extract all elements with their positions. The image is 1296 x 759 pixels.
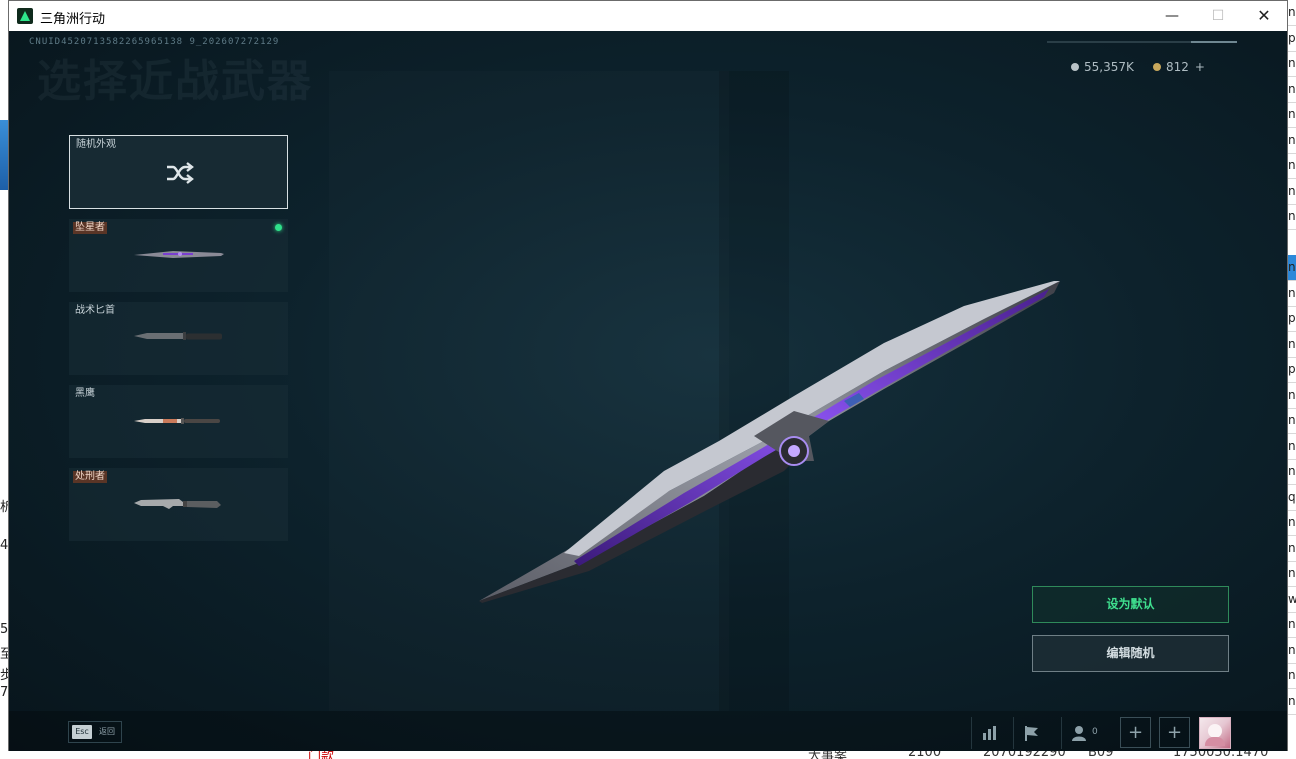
- background-row: n: [1288, 561, 1296, 587]
- game-window: 三角洲行动 — ☐ ✕ CNUID4520713582265965138 9_2…: [8, 0, 1288, 751]
- friends-count: 0: [1092, 727, 1098, 737]
- background-row: n: [1288, 408, 1296, 434]
- background-row: n: [1288, 255, 1296, 281]
- background-row: n: [1288, 459, 1296, 485]
- background-row: n: [1288, 77, 1296, 103]
- equipped-indicator: [275, 224, 282, 231]
- card-label: 随机外观: [76, 139, 116, 150]
- close-button[interactable]: ✕: [1241, 1, 1287, 31]
- add-squad-slot-button[interactable]: +: [1159, 717, 1190, 748]
- background-row: p: [1288, 26, 1296, 52]
- background-text: 门款: [308, 751, 335, 759]
- background-row: [1288, 230, 1296, 256]
- selected-weapon-preview: [479, 281, 1060, 603]
- stats-icon: [983, 726, 996, 740]
- tactical-dagger-thumb: [134, 332, 222, 340]
- card-label: 坠星者: [73, 222, 107, 234]
- game-viewport: CNUID4520713582265965138 9_202607272129 …: [9, 31, 1287, 751]
- background-row: n: [1288, 332, 1296, 358]
- card-label: 黑鹰: [75, 388, 95, 399]
- background-row: n: [1288, 536, 1296, 562]
- flag-button[interactable]: [1013, 717, 1049, 749]
- edit-random-button[interactable]: 编辑随机: [1032, 635, 1229, 672]
- background-row: n: [1288, 638, 1296, 664]
- background-text: 2100: [908, 751, 942, 759]
- title-bar[interactable]: 三角洲行动 — ☐ ✕: [9, 1, 1287, 31]
- background-row: n: [1288, 612, 1296, 638]
- random-appearance-card[interactable]: 随机外观: [69, 135, 288, 209]
- card-label: 战术匕首: [75, 305, 115, 316]
- esc-key-icon: Esc: [72, 725, 92, 739]
- avatar[interactable]: [1199, 717, 1231, 749]
- background-highlight: [0, 120, 8, 190]
- background-row: n: [1288, 434, 1296, 460]
- back-button[interactable]: Esc 返回: [68, 721, 122, 743]
- background-row: w: [1288, 587, 1296, 613]
- gold-currency[interactable]: 812 +: [1153, 59, 1205, 75]
- background-row: n: [1288, 689, 1296, 715]
- friends-button[interactable]: 0: [1061, 717, 1117, 749]
- silver-coin-icon: [1071, 62, 1079, 71]
- set-default-button[interactable]: 设为默认: [1032, 586, 1229, 623]
- shuffle-icon: [167, 162, 194, 184]
- background-row: n: [1288, 102, 1296, 128]
- background-row: n: [1288, 179, 1296, 205]
- top-divider-accent: [1191, 41, 1237, 43]
- blackhawk-knife-thumb: [134, 418, 220, 424]
- background-row: q: [1288, 485, 1296, 511]
- background-row: p: [1288, 306, 1296, 332]
- background-app-right: npnnnnnnnnnpnpnnnnqnnnwnnnn: [1288, 0, 1296, 759]
- silver-amount: 55,357K: [1084, 60, 1134, 74]
- background-row: n: [1288, 0, 1296, 26]
- background-row: n: [1288, 204, 1296, 230]
- add-currency-button[interactable]: +: [1195, 60, 1205, 74]
- background-row: n: [1288, 281, 1296, 307]
- weapon-card-executioner[interactable]: 处刑者: [69, 468, 288, 541]
- background-text: 2070192290: [983, 751, 1066, 759]
- background-row: n: [1288, 510, 1296, 536]
- page-title: 选择近战武器: [37, 56, 313, 107]
- flag-icon: [1025, 726, 1038, 741]
- gold-coin-icon: [1153, 62, 1161, 71]
- background-text: 1750050:1470: [1173, 751, 1269, 759]
- back-label: 返回: [99, 727, 115, 736]
- card-label: 处刑者: [73, 471, 107, 483]
- starfall-knife-thumb: [134, 251, 224, 258]
- weapon-card-tactical-dagger[interactable]: 战术匕首: [69, 302, 288, 375]
- app-logo-icon: [17, 8, 33, 24]
- background-row: n: [1288, 383, 1296, 409]
- background-row: n: [1288, 128, 1296, 154]
- background-app-bottom: 门款 大事案 2100 2070192290 B09 1750050:1470: [8, 751, 1288, 759]
- window-title: 三角洲行动: [40, 12, 106, 27]
- background-app-left: 析 4 5 至 步 7: [0, 0, 13, 759]
- gold-amount: 812: [1166, 60, 1189, 74]
- background-row: n: [1288, 153, 1296, 179]
- background-row: n: [1288, 51, 1296, 77]
- add-squad-slot-button[interactable]: +: [1120, 717, 1151, 748]
- minimize-button[interactable]: —: [1149, 1, 1195, 31]
- weapon-card-blackhawk[interactable]: 黑鹰: [69, 385, 288, 458]
- background-row: p: [1288, 357, 1296, 383]
- background-text: B09: [1088, 751, 1114, 759]
- executioner-knife-thumb: [134, 499, 221, 509]
- weapon-card-starfall[interactable]: 坠星者: [69, 219, 288, 292]
- maximize-button[interactable]: ☐: [1195, 1, 1241, 31]
- friends-icon: [1072, 726, 1086, 741]
- stats-button[interactable]: [971, 717, 1007, 749]
- background-row: n: [1288, 663, 1296, 689]
- background-text: 大事案: [808, 751, 848, 759]
- silver-currency: 55,357K: [1071, 59, 1134, 75]
